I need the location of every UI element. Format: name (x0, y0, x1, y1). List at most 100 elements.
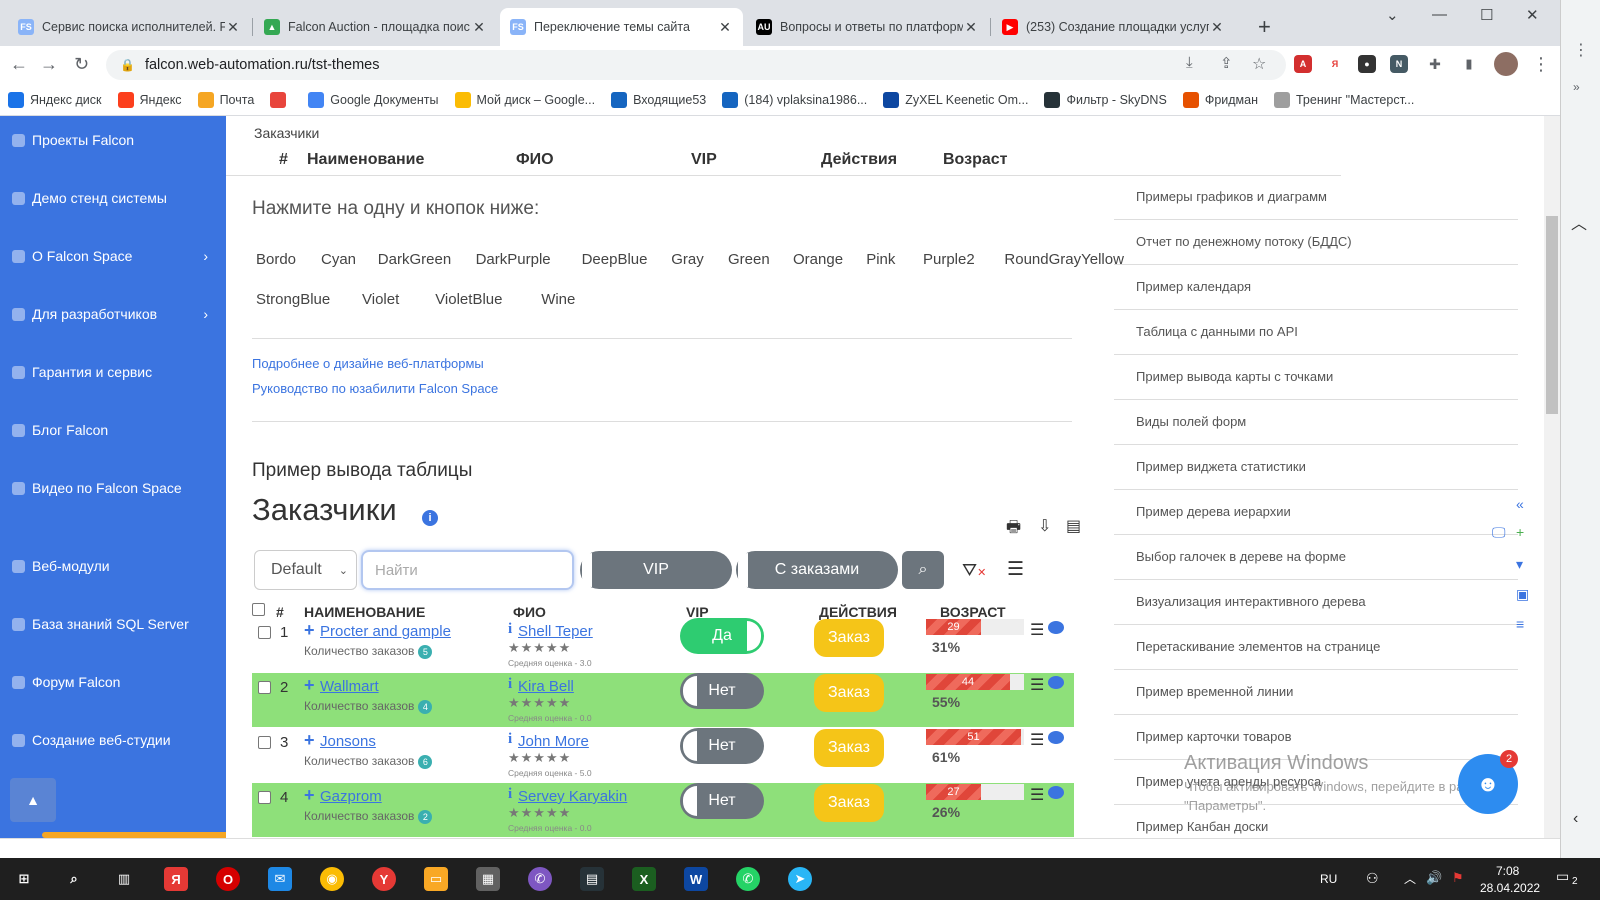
theme-button[interactable]: Pink (866, 251, 895, 268)
person-link[interactable]: Servey Karyakin (518, 788, 627, 805)
bookmark-item[interactable]: ZyXEL Keenetic Om... (883, 91, 1028, 108)
search-input[interactable]: Найти (361, 550, 574, 590)
start-icon[interactable]: ⊞ (12, 867, 36, 891)
theme-button[interactable]: StrongBlue (256, 291, 330, 308)
browser-tab[interactable]: ▲ Falcon Auction - площадка поис ✕ (254, 8, 497, 46)
theme-button[interactable]: DarkGreen (378, 251, 451, 268)
scroll-top-button[interactable]: ▲ (10, 778, 56, 822)
theme-button[interactable]: Bordo (256, 251, 296, 268)
sidebar-item[interactable]: Создание веб-студии (0, 720, 226, 760)
bookmark-item[interactable]: Яндекс диск (8, 91, 102, 108)
row-menu-icon[interactable]: ☰ (1030, 730, 1044, 750)
back-icon[interactable]: ← (10, 54, 28, 75)
vip-switch[interactable]: Нет (680, 728, 764, 764)
info-icon[interactable]: i (508, 731, 512, 748)
viber-icon[interactable]: ✆ (528, 867, 552, 891)
telegram-icon[interactable]: ➤ (788, 867, 812, 891)
row-menu-icon[interactable]: ☰ (1030, 785, 1044, 805)
bookmark-item[interactable]: Тренинг "Мастерст... (1274, 91, 1414, 108)
chevron-left-icon[interactable]: ‹ (1573, 810, 1578, 828)
install-icon[interactable]: ⤓ (1186, 54, 1193, 71)
bookmark-item[interactable] (270, 91, 292, 108)
language-indicator[interactable]: RU (1320, 872, 1337, 886)
word-icon[interactable]: W (684, 867, 708, 891)
theme-button[interactable]: Wine (541, 291, 575, 308)
info-icon[interactable]: i (508, 621, 512, 638)
customer-name-link[interactable]: Jonsons (320, 733, 376, 750)
order-button[interactable]: Заказ (814, 729, 884, 767)
chevron-up-icon[interactable]: ︿ (1571, 210, 1587, 234)
chevron-up-icon[interactable]: ︿ (1404, 870, 1416, 887)
theme-button[interactable]: Green (728, 251, 770, 268)
vip-switch[interactable]: Да (680, 618, 764, 654)
menu-kebab-icon[interactable]: ⋮ (1532, 54, 1550, 75)
sidebar-item[interactable]: Веб-модули (0, 546, 226, 586)
browser-tab[interactable]: FS Переключение темы сайта ✕ (500, 8, 743, 46)
person-link[interactable]: Kira Bell (518, 678, 574, 695)
notification-icon[interactable]: ▭ (1556, 868, 1569, 885)
puzzle-icon[interactable]: ✚ (1426, 55, 1444, 73)
expand-plus-icon[interactable]: + (304, 620, 315, 641)
opera-icon[interactable]: O (216, 867, 240, 891)
bookmark-star-icon[interactable]: ☆ (1252, 54, 1266, 74)
tab-close-icon[interactable]: ✕ (1209, 19, 1225, 36)
explorer-icon[interactable]: ▭ (424, 867, 448, 891)
yandex-icon[interactable]: Y (372, 867, 396, 891)
mail-icon[interactable]: ✉ (268, 867, 292, 891)
vip-toggle[interactable]: VIP (580, 551, 732, 589)
vip-switch[interactable]: Нет (680, 783, 764, 819)
comment-icon[interactable] (1048, 621, 1064, 634)
sidebar-item[interactable]: Блог Falcon (0, 410, 226, 450)
share-icon[interactable]: ⇪ (1220, 54, 1233, 72)
view-select[interactable]: Default ⌄ (254, 550, 357, 590)
expand-plus-icon[interactable]: + (304, 785, 315, 806)
examples-menu-item[interactable]: Пример дерева иерархии (1114, 489, 1518, 535)
url-field[interactable]: 🔒 falcon.web-automation.ru/tst-themes (106, 50, 1286, 80)
columns-menu-icon[interactable]: ☰ (1007, 558, 1024, 581)
clipboard-icon[interactable]: ▤ (1066, 516, 1081, 536)
row-menu-icon[interactable]: ☰ (1030, 620, 1044, 640)
order-button[interactable]: Заказ (814, 784, 884, 822)
app-icon[interactable]: ▤ (580, 867, 604, 891)
lock-icon[interactable]: ▣ (1516, 586, 1529, 603)
bookmark-item[interactable]: Google Документы (308, 91, 439, 108)
reload-icon[interactable]: ↻ (74, 54, 89, 75)
sidebar-item[interactable]: Видео по Falcon Space (0, 468, 226, 508)
usability-link[interactable]: Руководство по юзабилити Falcon Space (252, 381, 498, 396)
sidebar-item[interactable]: Проекты Falcon (0, 120, 226, 160)
new-tab-button[interactable]: + (1258, 14, 1271, 40)
orders-toggle[interactable]: С заказами (736, 551, 898, 589)
bookmark-item[interactable]: Мой диск – Google... (454, 91, 595, 108)
bookmark-item[interactable]: Входящие53 (611, 91, 706, 108)
examples-menu-item[interactable]: Пример календаря (1114, 264, 1518, 310)
theme-button[interactable]: Gray (671, 251, 704, 268)
sidebar-item[interactable]: Форум Falcon (0, 662, 226, 702)
person-link[interactable]: John More (518, 733, 589, 750)
yandex-browser-icon[interactable]: Я (164, 867, 188, 891)
tab-close-icon[interactable]: ✕ (717, 19, 733, 36)
theme-button[interactable]: Violet (362, 291, 399, 308)
sticky-col-vip[interactable]: VIP (691, 151, 717, 169)
examples-menu-item[interactable]: Пример временной линии (1114, 669, 1518, 715)
comment-icon[interactable] (1048, 786, 1064, 799)
examples-menu-item[interactable]: Таблица с данными по API (1114, 309, 1518, 355)
comment-icon[interactable] (1048, 676, 1064, 689)
chrome-icon[interactable]: ◉ (320, 867, 344, 891)
customer-name-link[interactable]: Gazprom (320, 788, 382, 805)
info-icon[interactable]: i (508, 676, 512, 693)
close-window-button[interactable]: ✕ (1526, 6, 1539, 24)
list-icon[interactable]: ≡ (1516, 616, 1524, 632)
whatsapp-icon[interactable]: ✆ (736, 867, 760, 891)
adblock-extension-icon[interactable]: A (1294, 55, 1312, 73)
side-panel-icon[interactable]: ▮ (1460, 55, 1478, 73)
info-icon[interactable]: i (508, 786, 512, 803)
tab-close-icon[interactable]: ✕ (471, 19, 487, 36)
theme-button[interactable]: Orange (793, 251, 843, 268)
theme-button[interactable]: Cyan (321, 251, 356, 268)
bookmark-item[interactable]: Фильтр - SkyDNS (1044, 91, 1167, 108)
expand-plus-icon[interactable]: + (304, 730, 315, 751)
search-icon[interactable]: ⌕ (62, 867, 86, 891)
bookmark-item[interactable]: Почта (197, 91, 254, 108)
print-icon[interactable]: 🖶 (1006, 516, 1021, 543)
vip-switch[interactable]: Нет (680, 673, 764, 709)
